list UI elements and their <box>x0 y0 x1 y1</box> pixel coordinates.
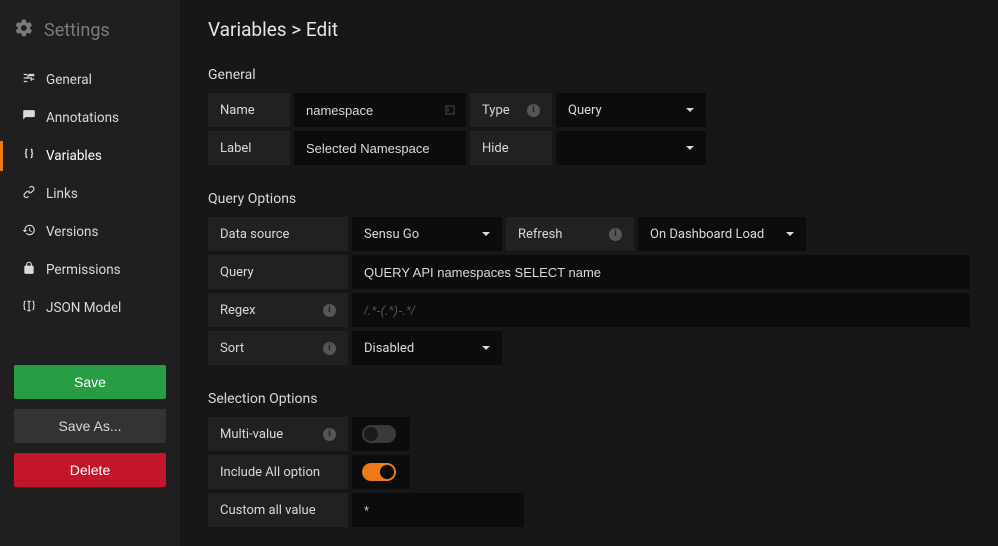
sidebar-item-label: Variables <box>46 148 102 164</box>
main-panel: Variables > Edit General Name Type i Que… <box>180 0 998 546</box>
info-icon[interactable]: i <box>527 104 540 117</box>
history-icon <box>22 223 36 241</box>
sidebar-item-label: Links <box>46 186 78 202</box>
multi-value-toggle[interactable] <box>362 425 396 443</box>
label-input[interactable] <box>294 131 466 165</box>
chevron-down-icon <box>482 346 490 350</box>
name-label: Name <box>208 93 290 127</box>
delete-button[interactable]: Delete <box>14 453 166 487</box>
regex-label: Regex i <box>208 293 348 327</box>
multi-value-toggle-wrap <box>352 417 410 451</box>
lock-icon <box>22 261 36 279</box>
sort-select-value: Disabled <box>364 341 414 356</box>
form-field-icon <box>444 104 456 116</box>
sidebar-header: Settings <box>0 14 180 61</box>
sidebar-item-permissions[interactable]: Permissions <box>0 251 180 289</box>
info-icon[interactable]: i <box>323 428 336 441</box>
include-all-label: Include All option <box>208 455 348 489</box>
section-selection-options: Selection Options Multi-value i Include … <box>208 391 970 527</box>
sort-label: Sort i <box>208 331 348 365</box>
sidebar-actions: Save Save As... Delete <box>0 365 180 487</box>
section-title-selection: Selection Options <box>208 391 970 407</box>
sidebar-nav: General Annotations Variables Links Vers… <box>0 61 180 327</box>
gear-icon <box>14 18 34 43</box>
type-select-value: Query <box>568 103 602 118</box>
sidebar-item-annotations[interactable]: Annotations <box>0 99 180 137</box>
sidebar-title: Settings <box>44 20 110 41</box>
sliders-icon <box>22 71 36 89</box>
name-input-wrap <box>294 93 466 127</box>
refresh-label: Refresh i <box>506 217 634 251</box>
custom-all-label: Custom all value <box>208 493 348 527</box>
sidebar-item-versions[interactable]: Versions <box>0 213 180 251</box>
type-select[interactable]: Query <box>556 93 706 127</box>
include-all-toggle-wrap <box>352 455 410 489</box>
sort-select[interactable]: Disabled <box>352 331 502 365</box>
refresh-select-value: On Dashboard Load <box>650 227 764 242</box>
link-icon <box>22 185 36 203</box>
sidebar-item-label: Annotations <box>46 110 119 126</box>
save-button[interactable]: Save <box>14 365 166 399</box>
section-general: General Name Type i Query Label Hide <box>208 67 970 165</box>
sidebar-item-json-model[interactable]: JSON Model <box>0 289 180 327</box>
code-braces-icon <box>22 299 36 317</box>
query-input[interactable] <box>352 255 970 289</box>
label-label: Label <box>208 131 290 165</box>
settings-sidebar: Settings General Annotations Variables L… <box>0 0 180 546</box>
sidebar-item-label: JSON Model <box>46 300 121 316</box>
info-icon[interactable]: i <box>323 304 336 317</box>
info-icon[interactable]: i <box>609 228 622 241</box>
multi-value-label: Multi-value i <box>208 417 348 451</box>
section-title-query: Query Options <box>208 191 970 207</box>
sidebar-item-label: Permissions <box>46 262 121 278</box>
chevron-down-icon <box>686 108 694 112</box>
sidebar-item-links[interactable]: Links <box>0 175 180 213</box>
sidebar-item-label: Versions <box>46 224 98 240</box>
sidebar-item-general[interactable]: General <box>0 61 180 99</box>
code-braces-icon <box>22 147 36 165</box>
save-as-button[interactable]: Save As... <box>14 409 166 443</box>
section-query-options: Query Options Data source Sensu Go Refre… <box>208 191 970 365</box>
custom-all-input[interactable] <box>352 493 524 527</box>
section-title-general: General <box>208 67 970 83</box>
datasource-select[interactable]: Sensu Go <box>352 217 502 251</box>
chevron-down-icon <box>786 232 794 236</box>
datasource-label: Data source <box>208 217 348 251</box>
datasource-select-value: Sensu Go <box>364 227 419 242</box>
type-label: Type i <box>470 93 552 127</box>
chevron-down-icon <box>686 146 694 150</box>
refresh-select[interactable]: On Dashboard Load <box>638 217 806 251</box>
comment-icon <box>22 109 36 127</box>
sidebar-item-variables[interactable]: Variables <box>0 137 180 175</box>
chevron-down-icon <box>482 232 490 236</box>
regex-input[interactable] <box>352 293 970 327</box>
hide-select[interactable] <box>556 131 706 165</box>
query-label: Query <box>208 255 348 289</box>
info-icon[interactable]: i <box>323 342 336 355</box>
sidebar-item-label: General <box>46 72 92 88</box>
breadcrumb: Variables > Edit <box>208 18 970 41</box>
name-input[interactable] <box>294 93 466 127</box>
hide-label: Hide <box>470 131 552 165</box>
include-all-toggle[interactable] <box>362 463 396 481</box>
